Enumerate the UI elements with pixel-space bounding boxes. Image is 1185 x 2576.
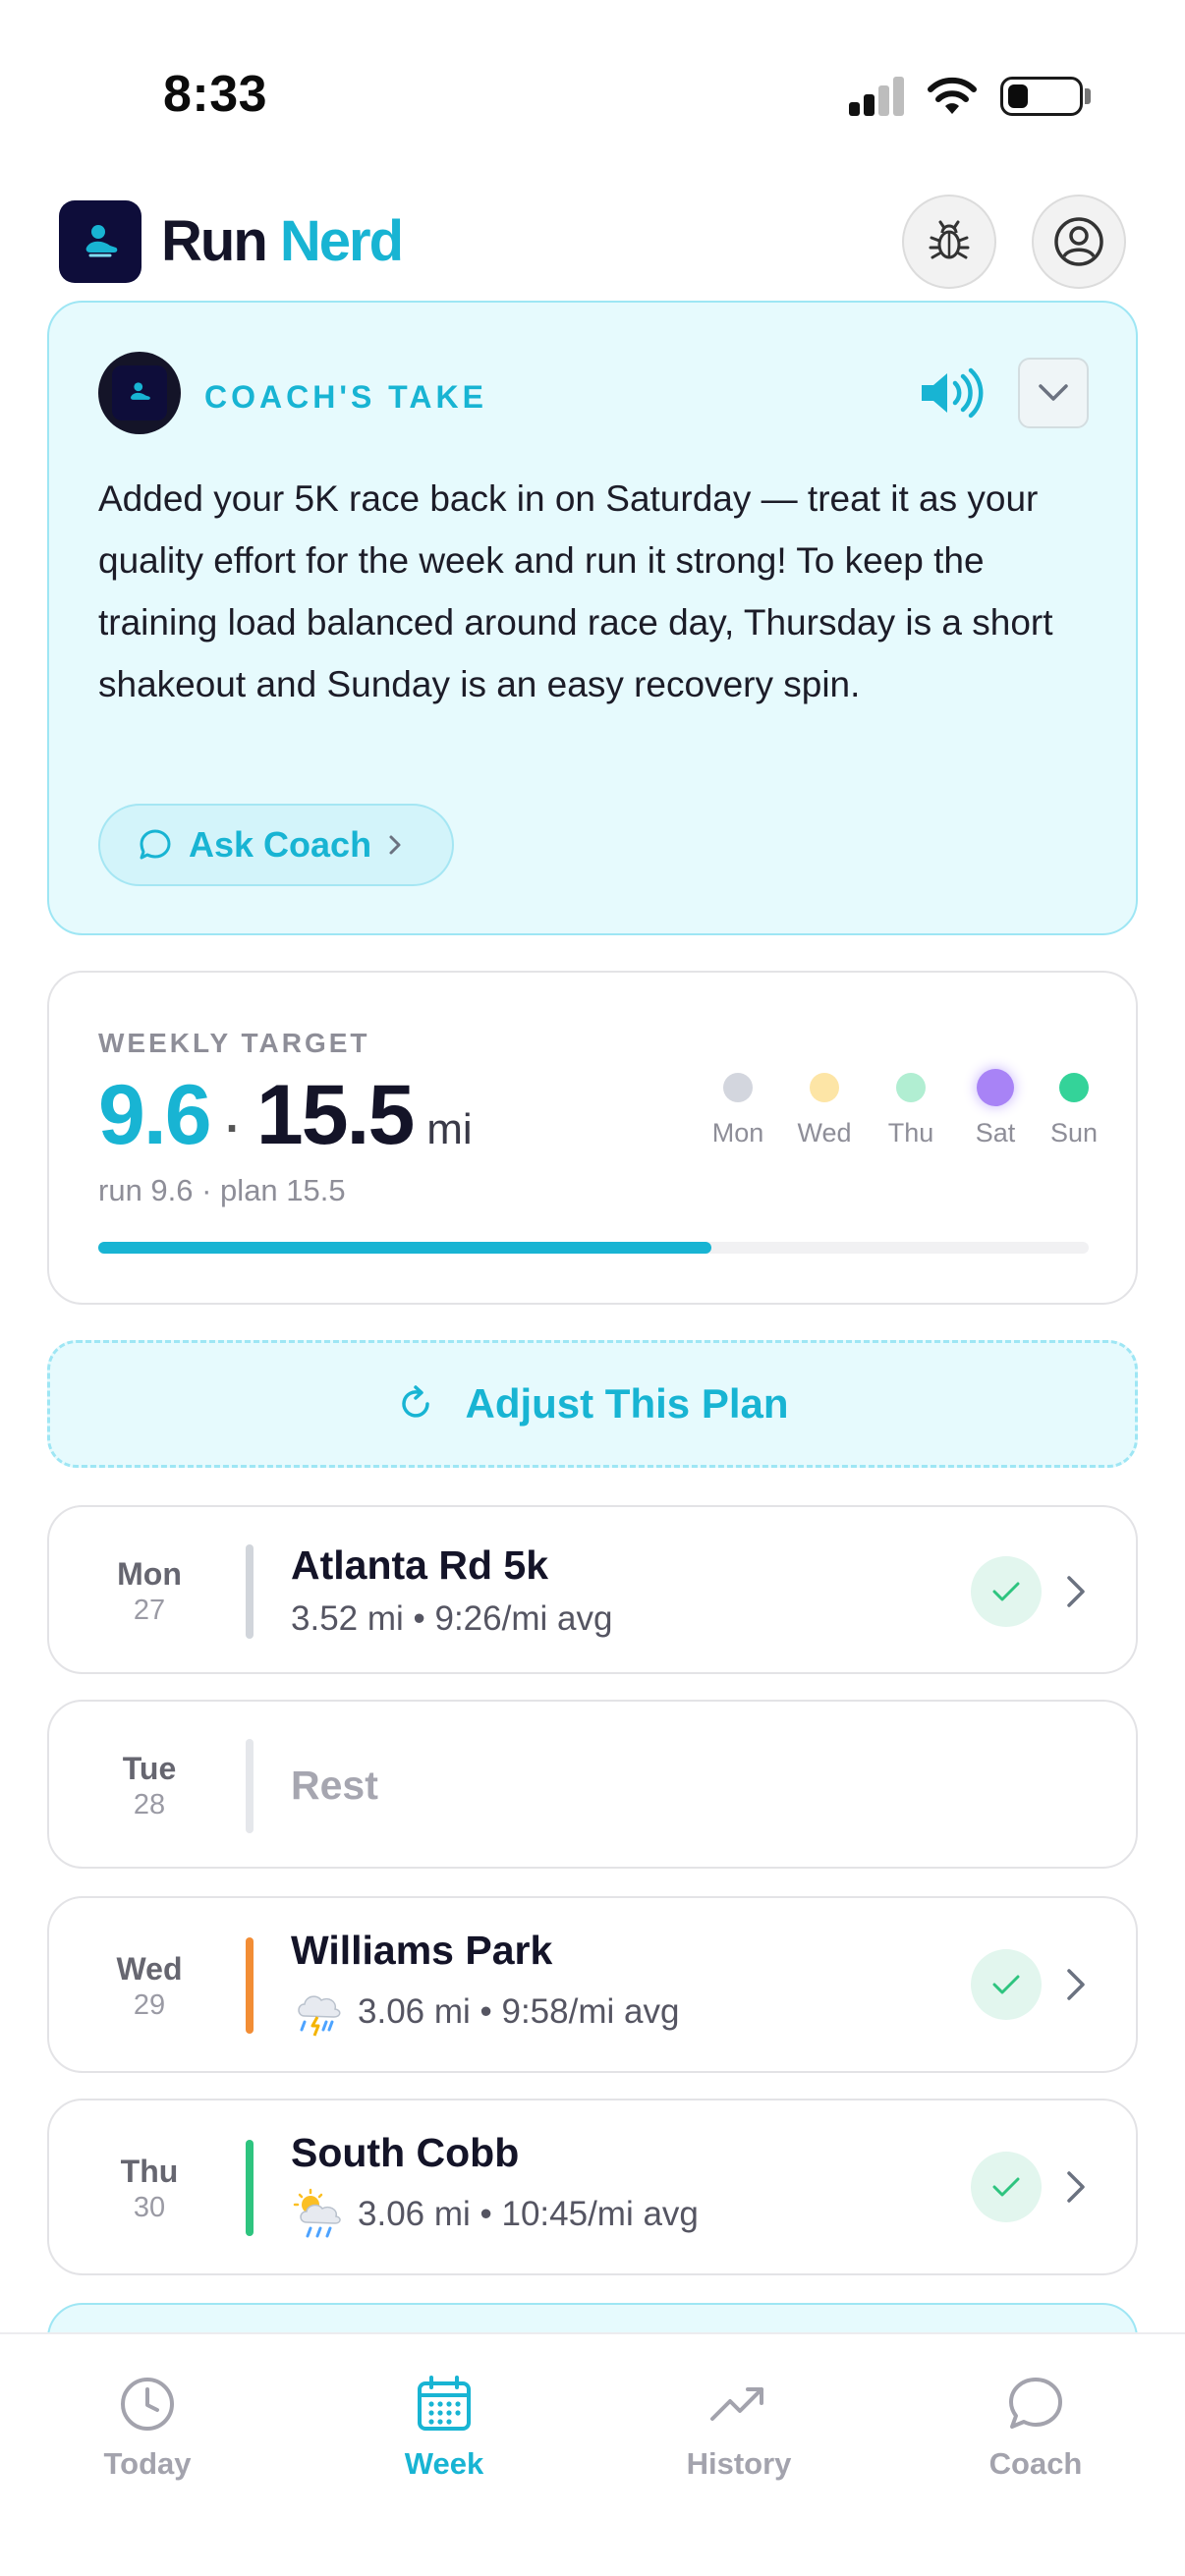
bug-icon — [929, 220, 970, 259]
coach-take-label: COACH'S TAKE — [204, 379, 487, 415]
plan-miles-value: 15.5 — [255, 1068, 415, 1162]
chevron-right-icon — [1067, 1576, 1085, 1607]
tab-label: Coach — [988, 2446, 1083, 2481]
chat-bubble-icon — [140, 829, 171, 860]
weekly-target-card: WEEKLY TARGET 9.6 · 15.5 mi run 9.6 · pl… — [47, 971, 1138, 1305]
day-row-tue: Tue 28 Rest — [47, 1700, 1138, 1869]
day-name: Mon — [117, 1556, 182, 1592]
bottom-tab-bar: Today Week History Coach — [0, 2332, 1185, 2576]
battery-icon — [1000, 77, 1083, 116]
tab-today[interactable]: Today — [49, 2374, 246, 2482]
day-dot — [1059, 1073, 1089, 1102]
coach-take-card: COACH'S TAKE Added your 5K race back in … — [47, 301, 1138, 935]
user-profile-icon — [1054, 217, 1103, 266]
day-dot — [896, 1073, 926, 1102]
day-row-wed[interactable]: Wed 29 Williams Park 3.06 mi • 9:58/mi a… — [47, 1896, 1138, 2073]
adjust-plan-label: Adjust This Plan — [465, 1380, 789, 1427]
status-time: 8:33 — [163, 66, 268, 123]
day-date: 28 — [133, 1789, 166, 1820]
sun-rain-icon — [293, 2188, 341, 2238]
day-intensity-bar — [246, 1544, 254, 1639]
ask-coach-label: Ask Coach — [189, 824, 372, 865]
rest-label: Rest — [291, 1763, 378, 1808]
chevron-right-icon — [1067, 1969, 1085, 2000]
bug-report-button[interactable] — [902, 195, 996, 289]
day-dot-wed: Wed — [780, 1073, 869, 1148]
day-dot-sun: Sun — [1030, 1073, 1118, 1148]
day-intensity-bar — [246, 2140, 254, 2236]
coach-avatar — [98, 352, 181, 434]
clock-icon — [121, 2378, 174, 2431]
weekly-target-values: 9.6 · 15.5 mi — [98, 1067, 473, 1165]
app-title: Run Nerd — [161, 209, 404, 273]
app-header: Run Nerd — [59, 195, 1130, 297]
storm-icon — [298, 1995, 341, 2037]
workout-title: Atlanta Rd 5k — [291, 1542, 548, 1588]
day-dot-sat: Sat — [951, 1069, 1040, 1148]
day-date: 29 — [133, 1989, 166, 2021]
run-miles-value: 9.6 — [98, 1068, 212, 1162]
tab-label: History — [686, 2446, 792, 2481]
collapse-button[interactable] — [1018, 358, 1089, 428]
status-bar: 8:33 — [0, 0, 1185, 187]
day-dot-mon: Mon — [694, 1073, 782, 1148]
day-name: Thu — [120, 2154, 179, 2189]
completed-check-icon — [971, 1949, 1042, 2020]
wifi-icon — [928, 77, 977, 114]
day-date: 30 — [133, 2192, 166, 2223]
chat-bubble-icon — [1009, 2378, 1062, 2429]
workout-title: Williams Park — [291, 1928, 553, 1973]
profile-button[interactable] — [1032, 195, 1126, 289]
day-dot-current — [977, 1069, 1014, 1106]
refresh-icon — [402, 1385, 430, 1418]
chevron-right-icon — [1067, 2171, 1085, 2203]
day-dot — [810, 1073, 839, 1102]
weekly-progress-fill — [98, 1242, 711, 1254]
day-row-mon[interactable]: Mon 27 Atlanta Rd 5k 3.52 mi • 9:26/mi a… — [47, 1505, 1138, 1674]
calendar-icon — [418, 2376, 471, 2431]
chevron-right-icon — [389, 835, 401, 855]
day-name: Tue — [122, 1751, 177, 1786]
value-separator: · — [225, 1102, 241, 1153]
workout-stats: 3.06 mi • 9:58/mi avg — [291, 1985, 679, 2040]
day-date: 27 — [133, 1595, 166, 1626]
completed-check-icon — [971, 1556, 1042, 1627]
coach-message: Added your 5K race back in on Saturday —… — [98, 478, 1053, 704]
weekly-target-label: WEEKLY TARGET — [98, 1028, 370, 1058]
ask-coach-button[interactable]: Ask Coach — [98, 804, 454, 886]
weekly-progress-bar — [98, 1242, 1089, 1254]
workout-stats: 3.06 mi • 10:45/mi avg — [291, 2187, 699, 2242]
weekly-target-subtitle: run 9.6 · plan 15.5 — [98, 1173, 346, 1207]
tab-week[interactable]: Week — [346, 2374, 542, 2482]
adjust-plan-button[interactable]: Adjust This Plan — [47, 1340, 1138, 1468]
day-dots-legend: Mon Wed Thu Sat Sun — [694, 1069, 1136, 1181]
trend-icon — [710, 2387, 763, 2421]
day-row-thu[interactable]: Thu 30 South Cobb 3.06 mi • 10:45/mi avg — [47, 2099, 1138, 2275]
day-name: Wed — [116, 1951, 183, 1987]
day-dot-thu: Thu — [867, 1073, 955, 1148]
tab-label: Today — [103, 2446, 192, 2481]
tab-coach[interactable]: Coach — [937, 2374, 1134, 2482]
completed-check-icon — [971, 2152, 1042, 2222]
miles-unit: mi — [426, 1105, 473, 1153]
app-logo — [59, 200, 141, 283]
day-dot — [723, 1073, 753, 1102]
tab-label: Week — [404, 2446, 484, 2481]
day-intensity-bar — [246, 1937, 254, 2034]
speaker-icon[interactable] — [918, 365, 987, 420]
runner-logo-icon — [85, 225, 118, 257]
workout-stats: 3.52 mi • 9:26/mi avg — [291, 1599, 613, 1638]
chevron-down-icon — [1039, 384, 1068, 401]
cellular-signal-icon — [849, 77, 908, 116]
runner-logo-icon — [131, 382, 150, 400]
day-intensity-bar — [246, 1739, 254, 1833]
workout-title: South Cobb — [291, 2130, 520, 2175]
tab-history[interactable]: History — [641, 2374, 837, 2482]
